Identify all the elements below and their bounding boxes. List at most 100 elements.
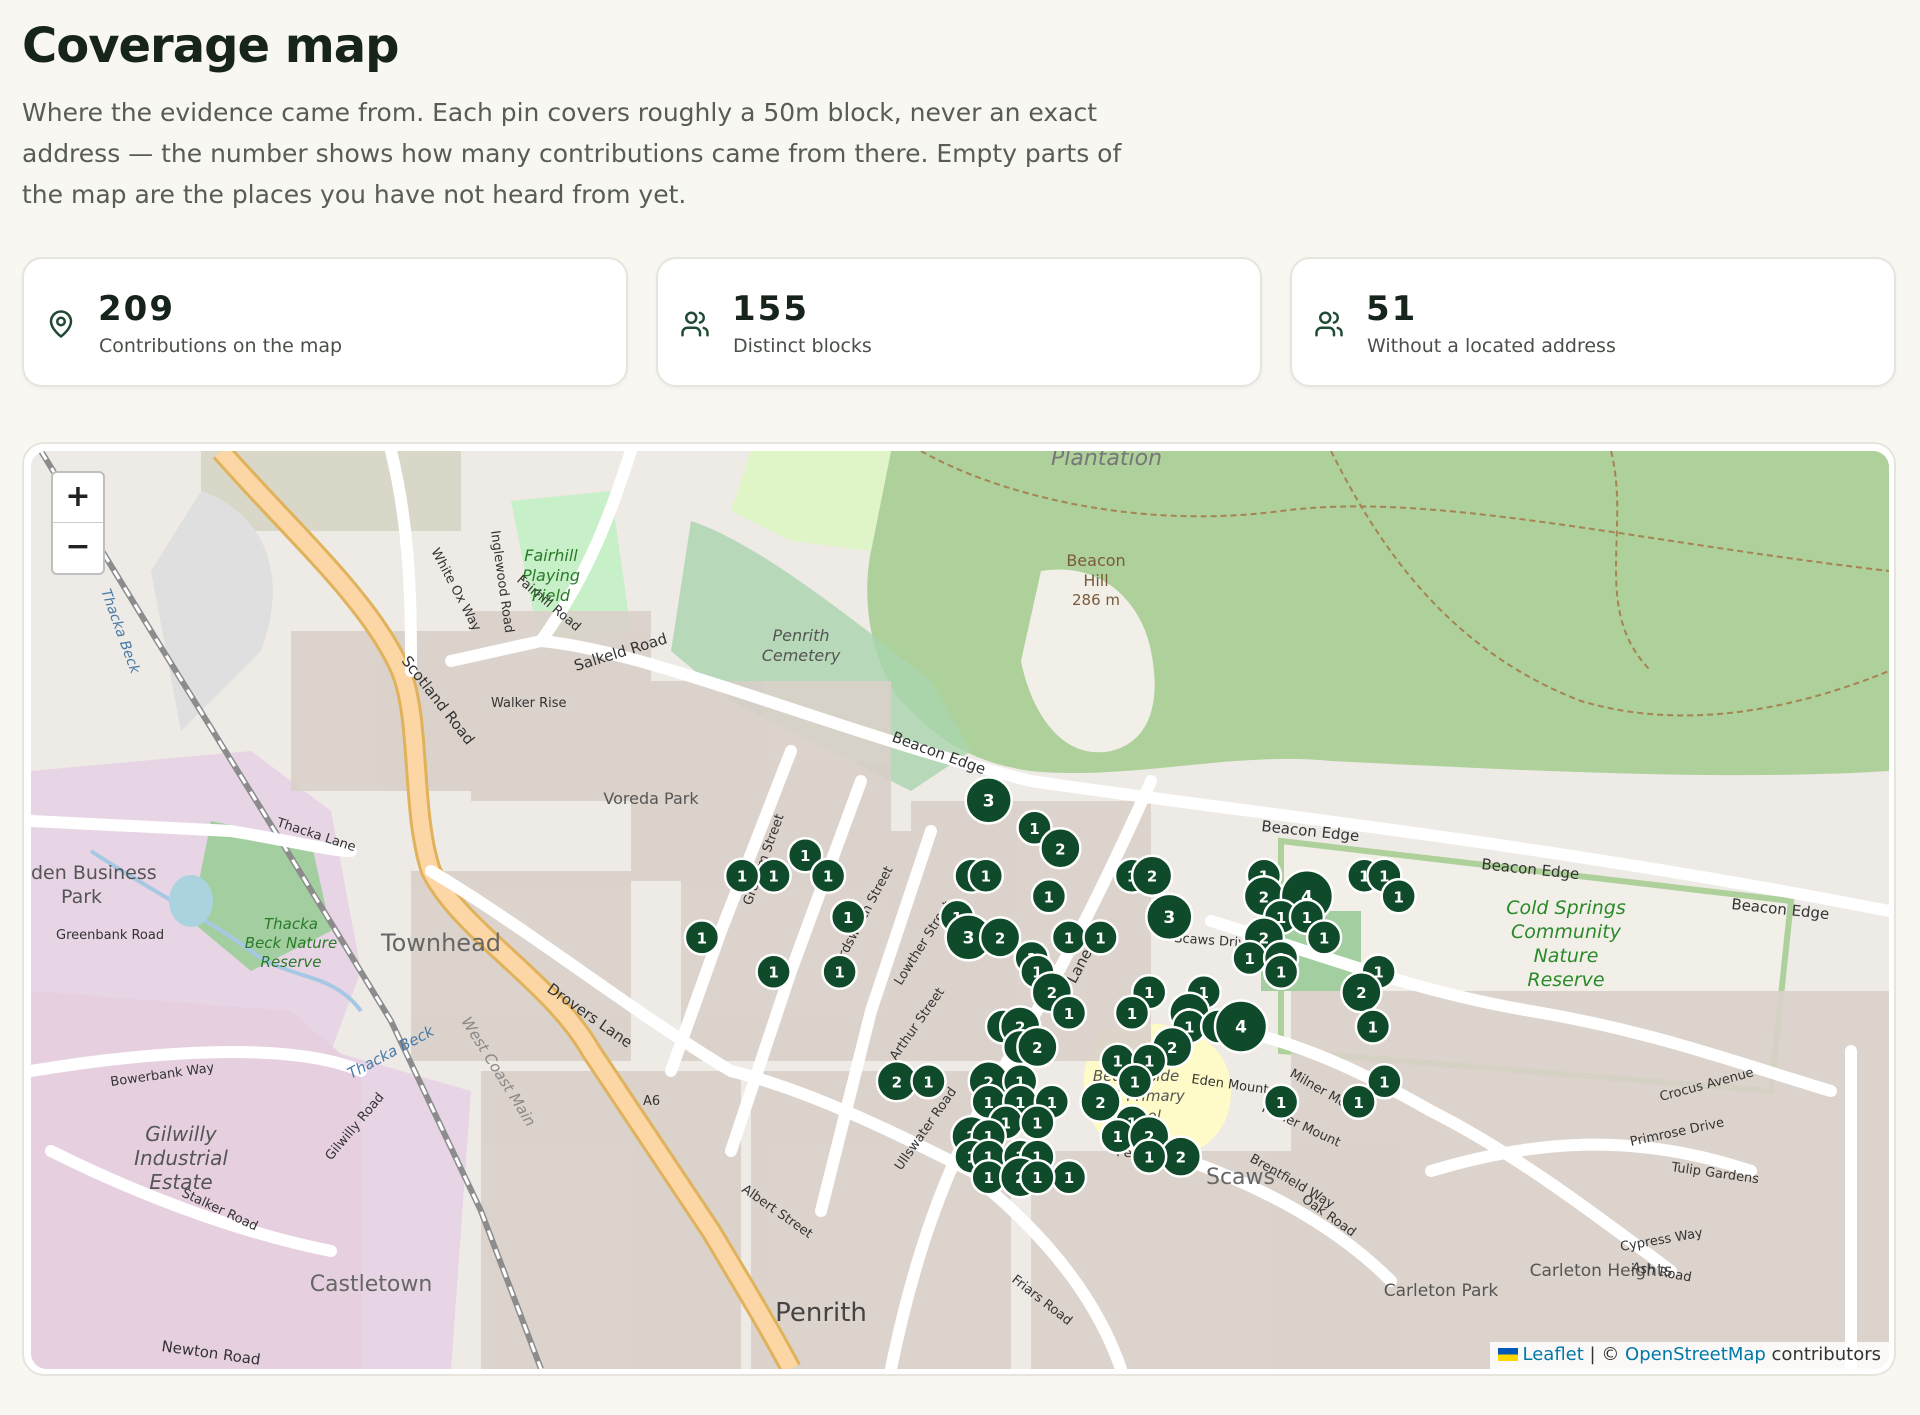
map-pin[interactable]: 1	[1130, 1138, 1168, 1175]
attribution-separator: | ©	[1583, 1344, 1626, 1365]
map-pin[interactable]: 3	[964, 776, 1013, 825]
map-pin-count: 1	[768, 964, 778, 982]
map-label: Townhead	[380, 929, 501, 957]
ukraine-flag-icon	[1497, 1348, 1518, 1361]
map-pin[interactable]: 1	[1113, 994, 1151, 1032]
coverage-map-card: Plantation Beacon Hill 286 m Penrith Cem…	[22, 442, 1896, 1376]
map-label: Cold Springs	[1506, 897, 1626, 919]
map-pin-count: 1	[1144, 984, 1154, 1002]
map-pin[interactable]: 1	[829, 898, 867, 936]
map-pin-count: 3	[983, 791, 995, 811]
map-pin[interactable]: 1	[1380, 878, 1417, 915]
map-pin[interactable]: 1	[1340, 1083, 1377, 1121]
map-pin-count: 1	[1112, 1128, 1122, 1146]
map-pin-count: 2	[1047, 984, 1057, 1002]
map-pin[interactable]: 1	[1050, 994, 1088, 1032]
stat-card-contributions: 209 Contributions on the map	[22, 257, 628, 387]
map-label: Industrial	[134, 1146, 228, 1170]
map-pin[interactable]: 1	[1050, 919, 1088, 956]
map-pin[interactable]: 1	[723, 857, 761, 894]
map-pin-count: 1	[1302, 909, 1312, 927]
map-pin-count: 1	[983, 1094, 993, 1112]
map-pin[interactable]: 1	[1019, 1104, 1056, 1141]
map-tiles[interactable]: Plantation Beacon Hill 286 m Penrith Cem…	[31, 451, 1889, 1369]
map-pin-count: 1	[1130, 1073, 1140, 1091]
map-pin[interactable]: 1	[755, 953, 792, 990]
map-pin-count: 1	[823, 868, 833, 886]
map-label: Greenbank Road	[56, 928, 164, 943]
map-pin[interactable]: 1	[1231, 939, 1268, 977]
stat-card-unlocated: 51 Without a located address	[1290, 257, 1896, 387]
map-pin[interactable]: 1	[1050, 1158, 1088, 1196]
coverage-map[interactable]: Plantation Beacon Hill 286 m Penrith Cem…	[31, 451, 1889, 1369]
map-label: Thacka	[264, 915, 318, 933]
map-pin[interactable]: 2	[1340, 970, 1383, 1014]
map-pin[interactable]: 1	[1030, 878, 1068, 915]
map-pin[interactable]: 1	[1354, 1008, 1392, 1045]
map-label: Park	[61, 886, 102, 908]
map-pin-count: 1	[1319, 929, 1329, 947]
map-label: Carleton Park	[1384, 1281, 1499, 1301]
map-pin-count: 1	[1244, 950, 1254, 968]
map-pin-count: 1	[1353, 1094, 1363, 1112]
map-label: Reserve	[261, 953, 322, 971]
map-pin[interactable]: 1	[1262, 953, 1300, 990]
map-label: Walker Rise	[491, 696, 567, 711]
map-pin[interactable]: 1	[683, 919, 721, 956]
map-pin[interactable]: 1	[821, 953, 858, 990]
map-pin-count: 1	[1032, 1169, 1042, 1187]
zoom-control: + −	[51, 471, 105, 575]
map-pin-count: 1	[1032, 1114, 1042, 1132]
map-pin-count: 1	[834, 964, 844, 982]
map-attribution: Leaflet | © OpenStreetMap contributors	[1489, 1342, 1889, 1369]
map-pin[interactable]: 1	[910, 1063, 947, 1100]
map-pin-count: 1	[1276, 964, 1286, 982]
map-pin[interactable]: 1	[1019, 1158, 1056, 1196]
map-pin-count: 1	[1127, 1005, 1137, 1023]
map-pin-count: 2	[1147, 868, 1157, 886]
map-pin[interactable]: 1	[755, 857, 792, 894]
map-pin-count: 3	[1163, 908, 1175, 928]
map-pin[interactable]: 2	[1130, 854, 1174, 897]
map-label: Plantation	[1051, 451, 1162, 471]
map-pin[interactable]: 2	[1039, 827, 1082, 870]
map-pin[interactable]: 1	[1262, 1083, 1300, 1121]
map-label: Reserve	[1527, 969, 1604, 991]
map-pin-count: 1	[1368, 1019, 1378, 1037]
map-pin-count: 1	[1276, 1094, 1286, 1112]
map-label: 286 m	[1072, 591, 1120, 609]
map-pin-count: 1	[1393, 888, 1403, 906]
map-label: den Business	[31, 862, 157, 884]
map-pin-count: 2	[1259, 888, 1269, 906]
map-label: Penrith	[772, 626, 829, 645]
map-pin[interactable]: 2	[1016, 1025, 1059, 1069]
woodland-area	[867, 451, 1889, 776]
stat-card-blocks: 155 Distinct blocks	[656, 257, 1262, 387]
map-pin[interactable]: 1	[809, 857, 847, 894]
map-pin[interactable]: 1	[1082, 919, 1119, 956]
map-pin[interactable]: 2	[978, 916, 1022, 959]
map-pin-count: 1	[1044, 888, 1054, 906]
stat-value: 155	[732, 289, 809, 329]
map-label: A6	[643, 1094, 660, 1109]
leaflet-link[interactable]: Leaflet	[1523, 1344, 1584, 1365]
map-pin[interactable]: 4	[1213, 999, 1269, 1054]
zoom-in-button[interactable]: +	[53, 473, 103, 523]
map-pin-count: 1	[768, 868, 778, 886]
map-label: Gilwilly	[145, 1122, 218, 1146]
map-pin[interactable]: 1	[1116, 1063, 1154, 1100]
map-pin-count: 1	[843, 909, 853, 927]
map-pin[interactable]: 1	[967, 857, 1005, 894]
map-pin[interactable]: 2	[1079, 1080, 1122, 1124]
zoom-out-button[interactable]: −	[53, 523, 103, 573]
map-label: Cemetery	[762, 646, 841, 665]
map-pin-count: 1	[1144, 1149, 1154, 1167]
map-pin-count: 2	[1356, 984, 1366, 1002]
osm-link[interactable]: OpenStreetMap	[1625, 1344, 1766, 1365]
map-pin[interactable]: 3	[1145, 892, 1194, 942]
users-icon	[1315, 311, 1343, 337]
map-pin-count: 1	[697, 929, 707, 947]
map-pin-count: 2	[1176, 1149, 1186, 1167]
map-pin[interactable]: 1	[1305, 919, 1343, 956]
stat-label: Contributions on the map	[99, 335, 343, 357]
